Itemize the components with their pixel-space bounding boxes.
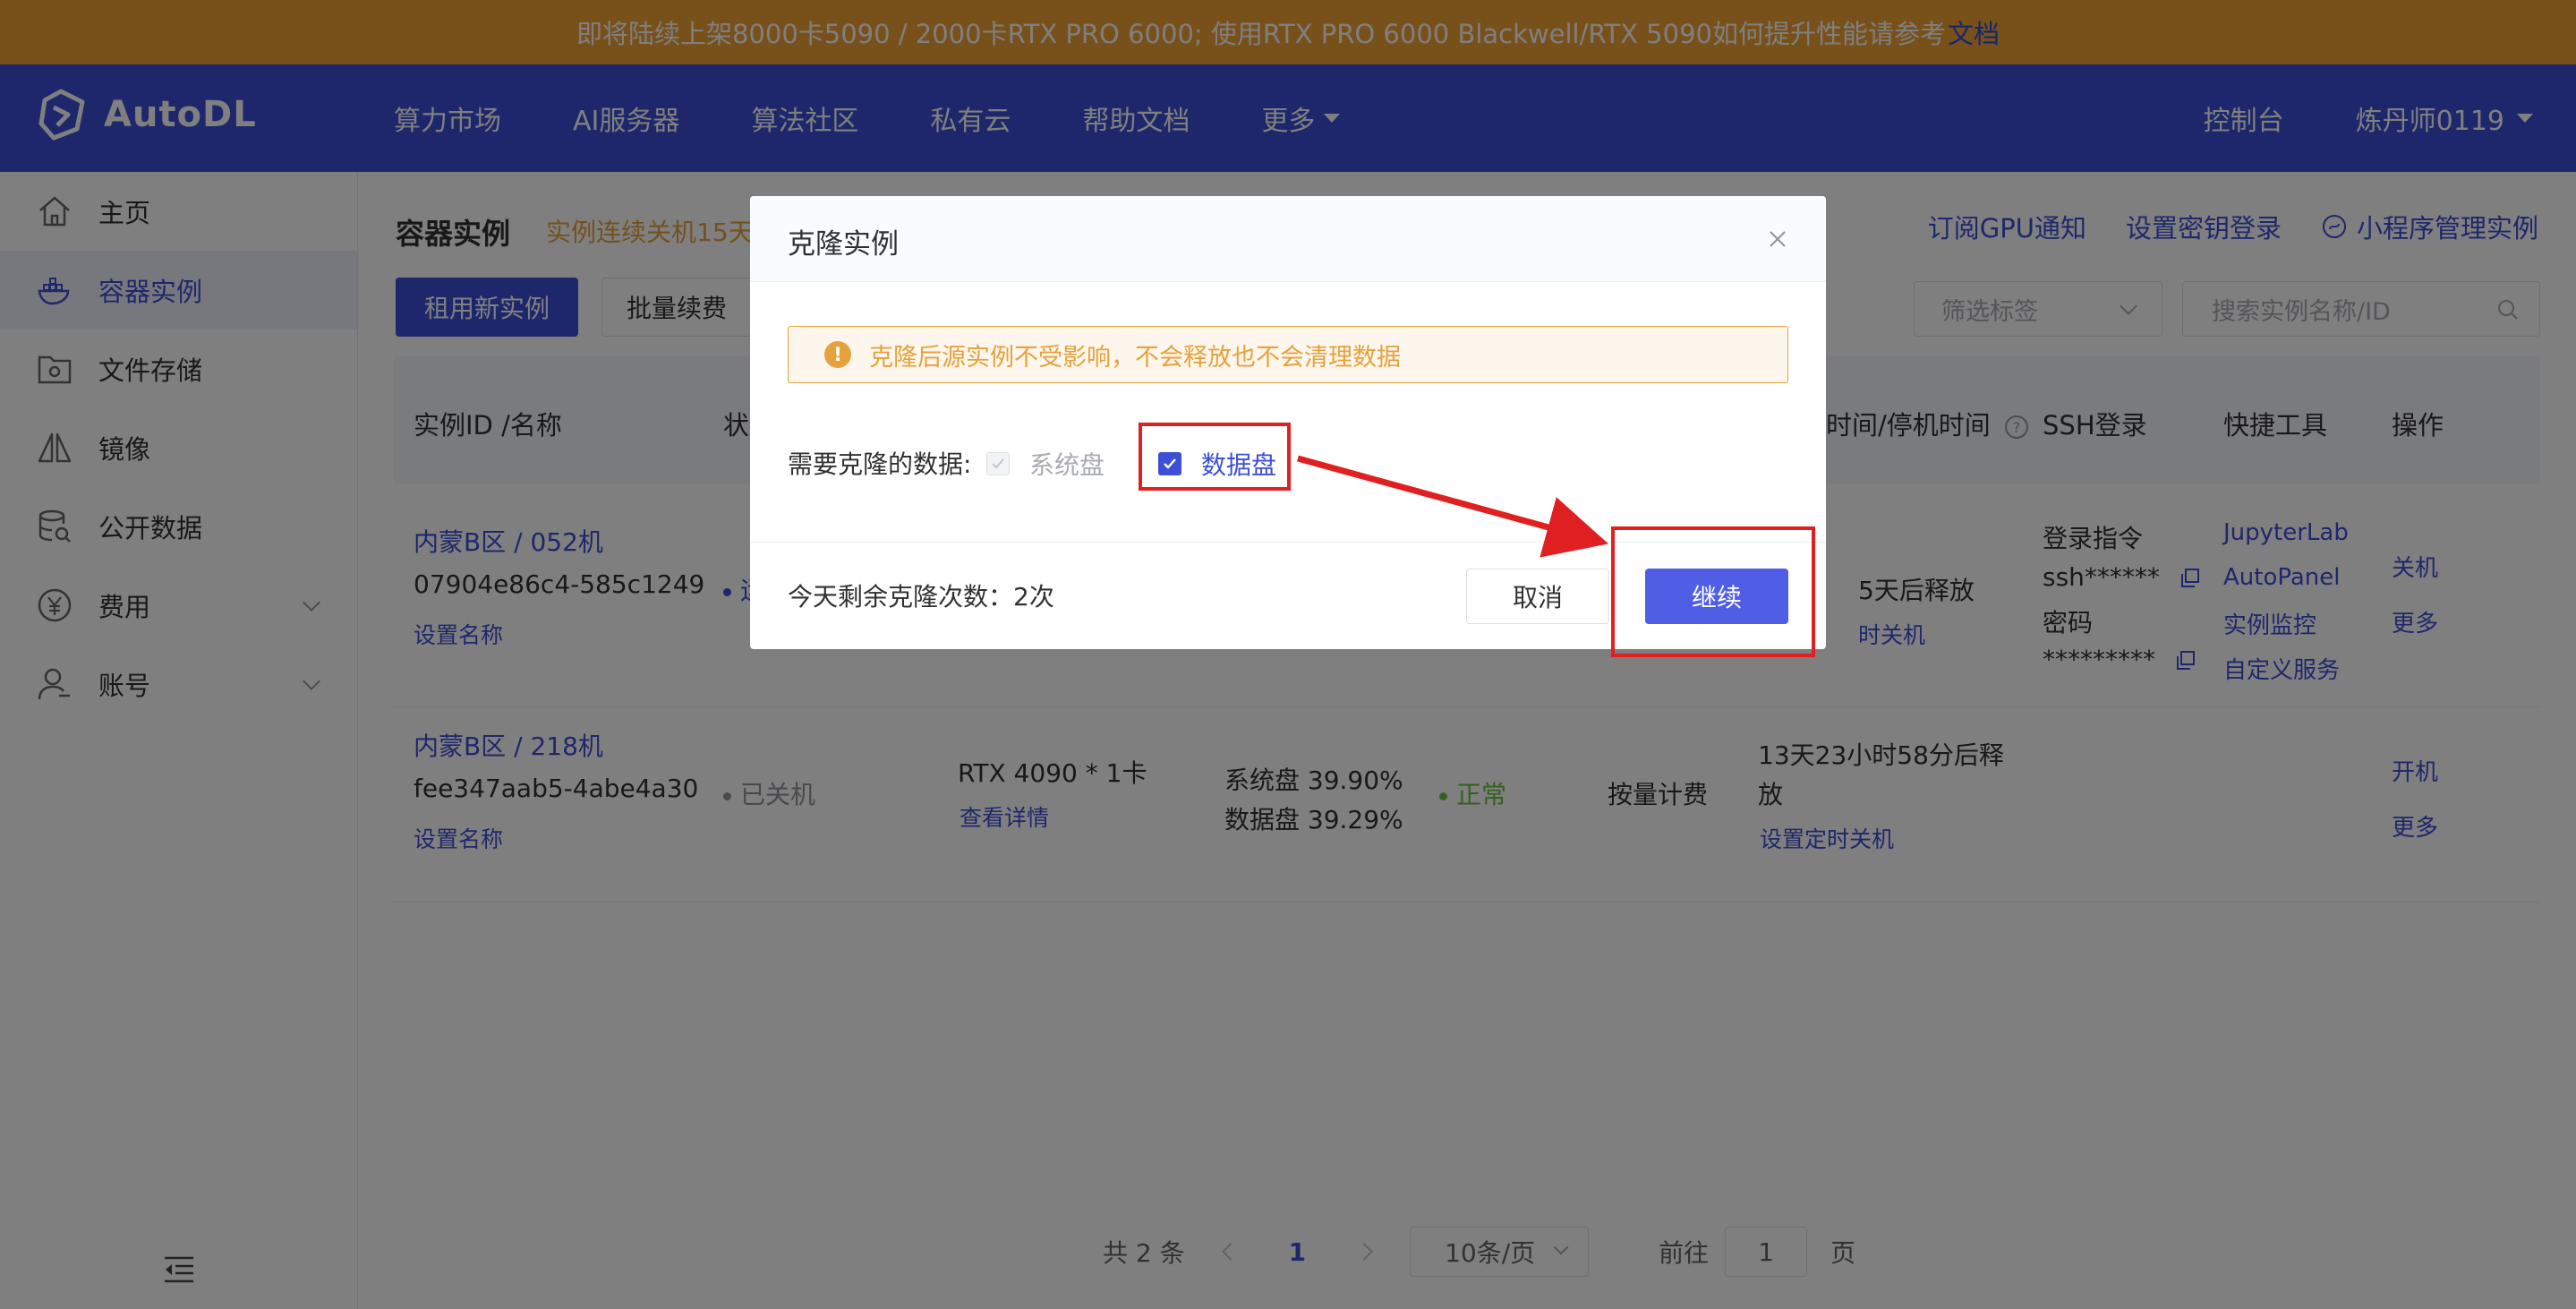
checkbox-disabled-checked	[986, 452, 1010, 475]
remaining-clone-count: 今天剩余克隆次数：2次	[788, 582, 1054, 612]
warning-icon: !	[824, 341, 851, 368]
check-icon	[992, 458, 1004, 469]
clone-data-label: 需要克隆的数据:	[788, 449, 972, 479]
dialog-title: 克隆实例	[788, 228, 899, 261]
alert-text: 克隆后源实例不受影响，不会释放也不会清理数据	[869, 343, 1401, 372]
annotation-box-continue	[1611, 526, 1815, 657]
warning-alert: ! 克隆后源实例不受影响，不会释放也不会清理数据	[788, 326, 1788, 383]
system-disk-checkbox[interactable]: 系统盘	[986, 446, 1105, 482]
cancel-button[interactable]: 取消	[1466, 569, 1609, 624]
close-icon[interactable]	[1767, 228, 1788, 250]
annotation-box-data-disk	[1139, 423, 1291, 491]
system-disk-label: 系统盘	[1029, 450, 1105, 480]
dialog-header: 克隆实例	[750, 196, 1826, 282]
